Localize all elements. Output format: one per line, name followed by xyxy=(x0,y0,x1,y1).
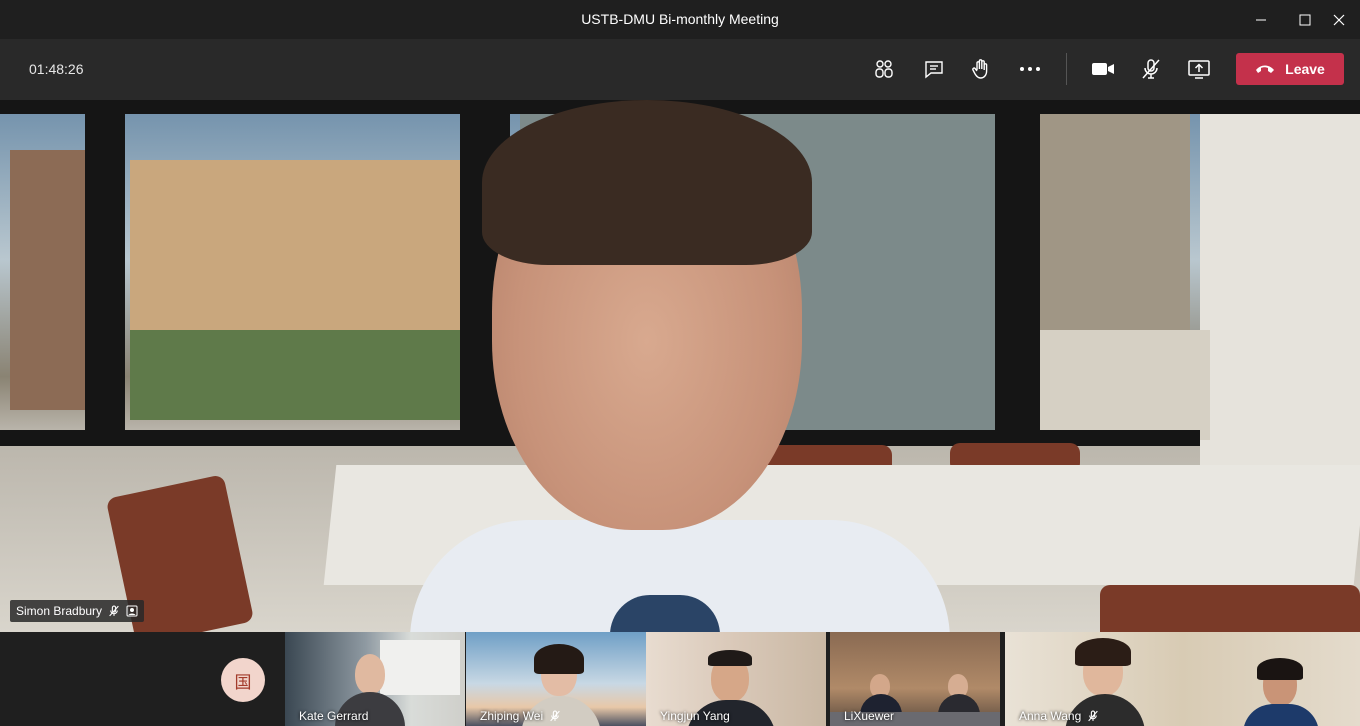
share-screen-icon[interactable] xyxy=(1182,52,1216,86)
participant-tile[interactable]: Kate Gerrard xyxy=(285,632,465,726)
participant-tile[interactable]: LiXuewer xyxy=(830,632,1000,726)
mic-muted-icon xyxy=(109,605,119,617)
main-video-feed xyxy=(0,100,1360,632)
participant-hair xyxy=(534,644,584,674)
participant-name: Kate Gerrard xyxy=(299,709,369,723)
title-bar: USTB-DMU Bi-monthly Meeting xyxy=(0,0,1360,39)
main-participant-label: Simon Bradbury xyxy=(10,600,145,622)
participant-hair xyxy=(1257,658,1303,680)
participant-hair xyxy=(708,650,752,666)
participant-tile[interactable]: Yingjun Yang xyxy=(646,632,826,726)
participant-face xyxy=(355,654,385,694)
background-lawn xyxy=(130,330,465,420)
pinned-icon xyxy=(126,605,138,617)
background-structure xyxy=(1040,100,1190,330)
participant-name: Zhiping Wei xyxy=(480,709,544,723)
mic-muted-icon[interactable] xyxy=(1134,52,1168,86)
chair xyxy=(1100,585,1360,632)
avatar[interactable]: 国 xyxy=(221,658,265,702)
speaker-hair xyxy=(482,100,812,265)
participant-name: Anna Wang xyxy=(1019,709,1082,723)
leave-button[interactable]: Leave xyxy=(1236,53,1344,85)
participant-label: Anna Wang xyxy=(1019,709,1099,723)
participant-label: Zhiping Wei xyxy=(480,709,561,723)
participant-name: Yingjun Yang xyxy=(660,709,730,723)
more-actions-icon[interactable] xyxy=(1013,52,1047,86)
participants-icon[interactable] xyxy=(867,52,901,86)
mic-muted-icon xyxy=(550,710,560,722)
participant-body xyxy=(1243,704,1319,726)
pedestal xyxy=(1020,330,1210,440)
participant-label: LiXuewer xyxy=(844,709,894,723)
main-participant-name: Simon Bradbury xyxy=(16,604,103,618)
participant-name: LiXuewer xyxy=(844,709,895,723)
mic-muted-icon xyxy=(1088,710,1099,722)
close-icon[interactable] xyxy=(1316,0,1360,39)
room-wall xyxy=(1200,100,1360,480)
leave-label: Leave xyxy=(1285,61,1325,77)
participant-tile[interactable]: Zhiping Wei xyxy=(466,632,646,726)
window-frame xyxy=(85,100,125,445)
raise-hand-icon[interactable] xyxy=(964,52,998,86)
participant-tile[interactable]: Anna Wang xyxy=(1005,632,1360,726)
chat-icon[interactable] xyxy=(917,52,951,86)
participant-label: Kate Gerrard xyxy=(299,709,368,723)
participant-hair xyxy=(1075,638,1131,666)
meeting-timer: 01:48:26 xyxy=(29,61,84,77)
participant-label: Yingjun Yang xyxy=(660,709,730,723)
whiteboard xyxy=(380,640,460,695)
toolbar-divider xyxy=(1066,53,1067,85)
meeting-toolbar: 01:48:26 Leave xyxy=(0,39,1360,100)
window-frame xyxy=(995,100,1040,445)
camera-icon[interactable] xyxy=(1086,52,1120,86)
minimize-icon[interactable] xyxy=(1238,0,1284,39)
window-title: USTB-DMU Bi-monthly Meeting xyxy=(581,11,779,27)
hang-up-icon xyxy=(1256,65,1275,73)
background-building xyxy=(130,160,460,350)
